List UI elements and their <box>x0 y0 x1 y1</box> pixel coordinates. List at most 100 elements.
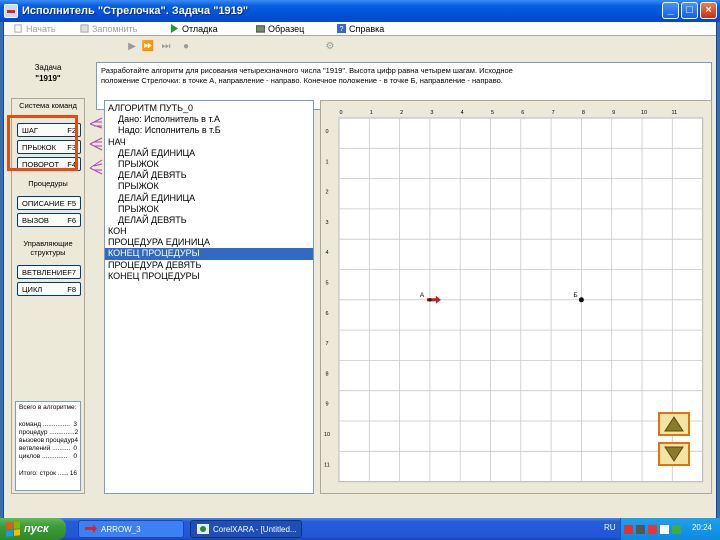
start-button[interactable]: пуск <box>0 518 66 540</box>
menu-sample[interactable]: Образец <box>252 22 308 36</box>
x-tick-label: 7 <box>552 110 555 116</box>
step-button-key: F2 <box>67 125 76 135</box>
menu-debug-label: Отладка <box>182 23 218 34</box>
algorithm-line[interactable]: Дано: Исполнитель в т.А <box>105 114 313 125</box>
algorithm-line[interactable]: КОН <box>105 226 313 237</box>
y-tick-label: 0 <box>325 129 328 135</box>
command-panel: Система команд ШАГ F2 ПРЫЖОК F3 ПОВОРОТ … <box>11 98 85 494</box>
tray-shield-icon[interactable] <box>648 524 657 534</box>
stats-branches: ветвлений .......... 0 <box>19 445 77 452</box>
system-commands-label: Система команд <box>19 101 77 110</box>
algorithm-line[interactable]: НАЧ <box>105 137 313 148</box>
algorithm-editor[interactable]: АЛГОРИТМ ПУТЬ_0 Дано: Исполнитель в т.А На… <box>104 100 314 494</box>
tray-network-icon[interactable] <box>636 524 645 534</box>
system-tray: 20:24 <box>620 518 720 540</box>
loop-button[interactable]: ЦИКЛ F8 <box>17 282 81 296</box>
stats-total: Итого: строк ...... 16 <box>19 470 77 477</box>
y-tick-label: 11 <box>324 462 330 468</box>
menu-help[interactable]: ? Справка <box>333 22 388 36</box>
taskbar-item-arrow[interactable]: ARROW_3 <box>78 520 184 538</box>
menu-remember[interactable]: Запомнить <box>76 22 141 36</box>
menu-help-label: Справка <box>349 23 385 34</box>
task-description-line-2: положение Стрелочки: в точке А, направле… <box>101 76 503 85</box>
y-tick-label: 6 <box>325 311 328 317</box>
y-tick-label: 2 <box>325 190 328 196</box>
menu-start-label: Начать <box>26 23 56 34</box>
algorithm-line[interactable]: ПРОЦЕДУРА ЕДИНИЦА <box>105 237 313 248</box>
describe-button-label: ОПИСАНИЕ <box>22 198 65 208</box>
stop-icon[interactable]: ● <box>180 40 192 52</box>
loop-button-key: F8 <box>67 284 76 294</box>
x-tick-label: 6 <box>521 110 524 116</box>
step-icon[interactable]: ⏩ <box>142 40 154 52</box>
corelxara-icon <box>197 524 209 534</box>
call-button[interactable]: ВЫЗОВ F6 <box>17 213 81 227</box>
algorithm-line[interactable]: ДЕЛАЙ ДЕВЯТЬ <box>105 215 313 226</box>
scroll-down-button[interactable] <box>658 442 690 466</box>
point-b-label: Б <box>573 292 577 299</box>
stats-commands: команд ............... 3 <box>19 421 77 428</box>
scroll-up-button[interactable] <box>658 412 690 436</box>
menu-debug[interactable]: Отладка <box>166 22 222 36</box>
toolbar: ▶ ⏩ ⏭ ● ⚙ <box>4 37 716 55</box>
debug-tool-icon[interactable]: ⚙ <box>324 40 336 52</box>
x-tick-label: 9 <box>612 110 615 116</box>
jump-button-label: ПРЫЖОК <box>22 142 56 152</box>
task-number: "1919" <box>35 74 61 83</box>
algorithm-line[interactable]: ПРОЦЕДУРА ДЕВЯТЬ <box>105 260 313 271</box>
branch-button[interactable]: ВЕТВЛЕНИЕ F7 <box>17 265 81 279</box>
point-a-dot <box>428 298 432 302</box>
x-tick-label: 3 <box>430 110 433 116</box>
algorithm-line[interactable]: АЛГОРИТМ ПУТЬ_0 <box>105 103 313 114</box>
minimize-button[interactable]: _ <box>662 2 679 19</box>
taskbar-item-corelxara[interactable]: CorelXARA - [Untitled... <box>190 520 302 538</box>
title-bar: Исполнитель "Стрелочка". Задача "1919" _… <box>0 0 720 22</box>
stats-panel: Всего в алгоритме: команд ..............… <box>15 401 81 491</box>
turn-button-key: F4 <box>67 159 76 169</box>
step-button[interactable]: ШАГ F2 <box>17 123 81 137</box>
control-structures-label: Управляющие структуры <box>23 239 73 257</box>
sample-icon <box>256 25 265 33</box>
play-icon <box>170 24 179 33</box>
branch-button-label: ВЕТВЛЕНИЕ <box>22 267 68 277</box>
tray-volume-icon[interactable] <box>660 524 669 534</box>
algorithm-line[interactable]: ДЕЛАЙ ЕДИНИЦА <box>105 148 313 159</box>
tray-antivirus-icon[interactable] <box>624 524 633 534</box>
taskbar: пуск ARROW_3 CorelXARA - [Untitled... RU… <box>0 518 720 540</box>
branch-button-key: F7 <box>67 267 77 277</box>
describe-button[interactable]: ОПИСАНИЕ F5 <box>17 196 81 210</box>
y-tick-label: 9 <box>325 402 328 408</box>
step-button-label: ШАГ <box>22 125 38 135</box>
algorithm-line[interactable]: ПРЫЖОК <box>105 181 313 192</box>
algorithm-line[interactable]: ПРЫЖОК <box>105 204 313 215</box>
task-description-line-1: Разработайте алгоритм для рисования четы… <box>101 66 513 75</box>
jump-button[interactable]: ПРЫЖОК F3 <box>17 140 81 154</box>
help-icon: ? <box>337 24 346 33</box>
windows-flag-icon <box>6 521 20 537</box>
x-tick-label: 2 <box>400 110 403 116</box>
language-indicator[interactable]: RU <box>604 523 616 532</box>
taskbar-item-arrow-label: ARROW_3 <box>101 524 141 534</box>
jump-button-key: F3 <box>67 142 76 152</box>
algorithm-line[interactable]: КОНЕЦ ПРОЦЕДУРЫ <box>105 248 313 260</box>
triangle-up-icon <box>664 416 684 432</box>
run-icon[interactable]: ▶ <box>126 40 138 52</box>
step-over-icon[interactable]: ⏭ <box>160 40 172 52</box>
maximize-button[interactable]: □ <box>681 2 698 19</box>
menu-start[interactable]: Начать <box>10 22 60 36</box>
x-tick-label: 8 <box>582 110 585 116</box>
tray-update-icon[interactable] <box>672 524 681 534</box>
grid-field[interactable]: 0 1 2 3 4 5 6 7 8 9 10 11 0 1 2 3 4 5 6 7 8 9 10 11 А Б <box>321 101 713 495</box>
algorithm-line[interactable]: КОНЕЦ ПРОЦЕДУРЫ <box>105 271 313 282</box>
algorithm-line[interactable]: Надо: Исполнитель в т.Б <box>105 125 313 136</box>
algorithm-line[interactable]: ДЕЛАЙ ДЕВЯТЬ <box>105 170 313 181</box>
y-tick-label: 3 <box>325 220 328 226</box>
taskbar-item-corelxara-label: CorelXARA - [Untitled... <box>213 524 297 534</box>
y-tick-label: 8 <box>325 371 328 377</box>
menu-remember-label: Запомнить <box>92 23 138 34</box>
x-tick-label: 5 <box>491 110 494 116</box>
close-button[interactable]: × <box>700 2 717 19</box>
algorithm-line[interactable]: ПРЫЖОК <box>105 159 313 170</box>
algorithm-line[interactable]: ДЕЛАЙ ЕДИНИЦА <box>105 193 313 204</box>
turn-button[interactable]: ПОВОРОТ F4 <box>17 157 81 171</box>
